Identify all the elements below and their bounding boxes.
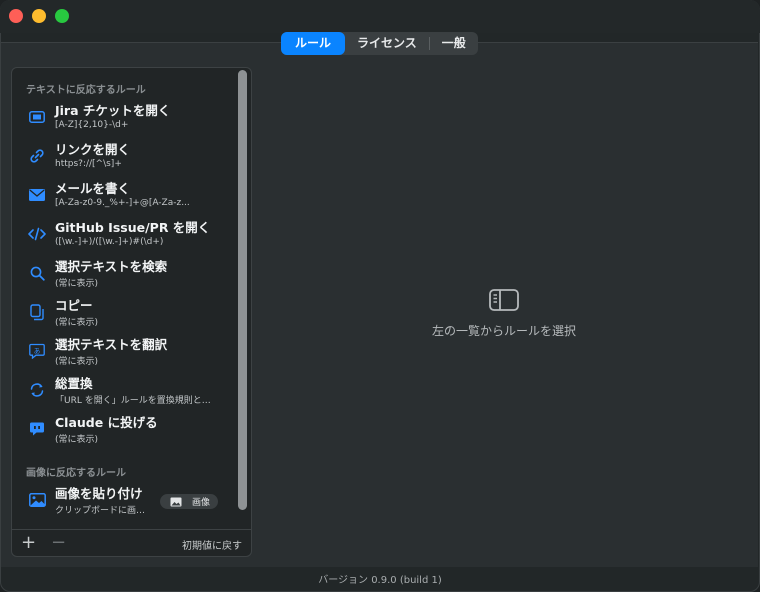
tab-general[interactable]: 一般	[430, 32, 478, 55]
image-type-badge: 画像	[160, 494, 218, 509]
code-icon	[28, 225, 46, 243]
rule-item-search[interactable]: 選択テキストを検索 (常に表示)	[12, 255, 237, 294]
rule-item-link[interactable]: リンクを開く https?://[^\s]+	[12, 138, 237, 177]
rule-title: Jira チケットを開く	[55, 103, 171, 118]
badge-label: 画像	[192, 498, 211, 508]
image-rules-header: 画像に反応するルール	[26, 468, 126, 479]
rule-pattern: (常に表示)	[55, 279, 99, 289]
title-bar	[0, 0, 760, 33]
sidebar-footer: + − 初期値に戻す	[12, 529, 251, 556]
rule-item-paste-image[interactable]: 画像を貼り付け クリップボードに画… 画像	[12, 482, 237, 521]
rule-title: 選択テキストを検索	[55, 259, 168, 274]
image-badge-icon	[170, 497, 182, 506]
tab-rules[interactable]: ルール	[281, 32, 346, 55]
tab-license[interactable]: ライセンス	[345, 32, 429, 55]
rule-pattern: (常に表示)	[55, 435, 99, 445]
rule-item-jira[interactable]: Jira チケットを開く [A-Z]{2,10}-\d+	[12, 99, 237, 138]
rule-item-claude[interactable]: Claude に投げる (常に表示)	[12, 411, 237, 450]
magnifier-icon	[28, 264, 46, 282]
rule-title: メールを書く	[55, 181, 131, 196]
link-icon	[28, 147, 46, 165]
rule-item-mail[interactable]: メールを書く [A-Za-z0-9._%+-]+@[A-Za-z...	[12, 177, 237, 216]
rule-pattern: (常に表示)	[55, 318, 99, 328]
reset-defaults-button[interactable]: 初期値に戻す	[182, 537, 242, 552]
rule-pattern: https?://[^\s]+	[55, 159, 122, 169]
text-rules-header: テキストに反応するルール	[26, 85, 146, 96]
rule-item-copy[interactable]: コピー (常に表示)	[12, 294, 237, 333]
sidebar-scrollbar[interactable]	[238, 70, 247, 510]
rule-title: 選択テキストを翻訳	[55, 337, 168, 352]
rule-item-replace[interactable]: 総置換 「URL を開く」ルールを置換規則と…	[12, 372, 237, 411]
close-window-button[interactable]	[9, 9, 23, 23]
sidebar-panel-icon	[489, 289, 519, 315]
remove-rule-button[interactable]: −	[51, 532, 66, 553]
rule-title: リンクを開く	[55, 142, 131, 157]
app-window: ルール ライセンス 一般 テキストに反応するルール Jira チケットを開く […	[0, 0, 760, 592]
svg-text:あ: あ	[34, 347, 41, 355]
photo-icon	[28, 491, 46, 509]
rule-pattern: (常に表示)	[55, 357, 99, 367]
rule-pattern: 「URL を開く」ルールを置換規則と…	[55, 396, 211, 406]
copy-icon	[28, 303, 46, 321]
rule-pattern: ([\w.-]+)/([\w.-]+)#(\d+)	[55, 237, 164, 247]
ticket-icon	[28, 108, 46, 126]
envelope-icon	[28, 186, 46, 204]
minimize-window-button[interactable]	[32, 9, 46, 23]
rule-title: GitHub Issue/PR を開く	[55, 220, 211, 235]
rule-item-github[interactable]: GitHub Issue/PR を開く ([\w.-]+)/([\w.-]+)#…	[12, 216, 237, 255]
rules-sidebar: テキストに反応するルール Jira チケットを開く [A-Z]{2,10}-\d…	[11, 67, 252, 557]
rule-title: 総置換	[55, 376, 93, 391]
rule-pattern: [A-Za-z0-9._%+-]+@[A-Za-z...	[55, 198, 190, 208]
rule-pattern: [A-Z]{2,10}-\d+	[55, 120, 129, 130]
refresh-icon	[28, 381, 46, 399]
rule-item-translate[interactable]: あ 選択テキストを翻訳 (常に表示)	[12, 333, 237, 372]
empty-state-message: 左の一覧からルールを選択	[431, 324, 576, 338]
rule-pattern: クリップボードに画…	[55, 506, 146, 516]
rule-title: Claude に投げる	[55, 415, 158, 430]
rule-title: コピー	[55, 298, 93, 313]
tab-bar: ルール ライセンス 一般	[281, 32, 478, 55]
rule-title: 画像を貼り付け	[55, 486, 143, 501]
translate-icon: あ	[28, 342, 46, 360]
version-label: バージョン 0.9.0 (build 1)	[318, 575, 442, 586]
add-rule-button[interactable]: +	[21, 532, 36, 553]
chat-bubble-icon	[28, 420, 46, 438]
maximize-window-button[interactable]	[55, 9, 69, 23]
